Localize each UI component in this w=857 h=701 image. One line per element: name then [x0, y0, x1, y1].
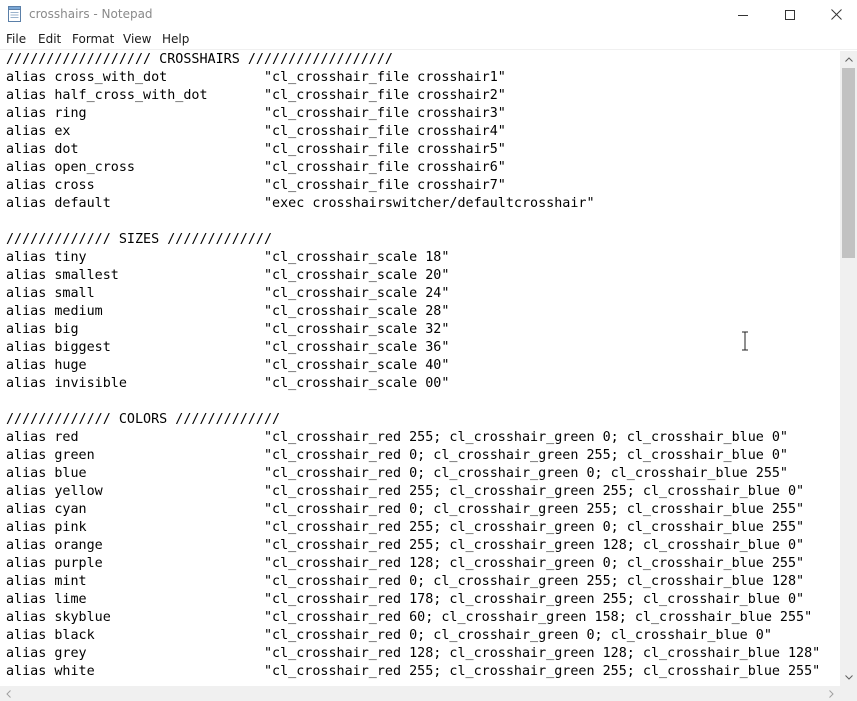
editor-line[interactable]: alias default "exec crosshairswitcher/de…	[6, 195, 840, 213]
editor-line[interactable]: alias lime "cl_crosshair_red 178; cl_cro…	[6, 591, 840, 609]
editor-line[interactable]: alias tiny "cl_crosshair_scale 18"	[6, 249, 840, 267]
scroll-up-button[interactable]	[840, 51, 857, 68]
scroll-left-button[interactable]	[0, 686, 17, 701]
chevron-right-icon	[829, 689, 834, 698]
editor-line[interactable]: alias skyblue "cl_crosshair_red 60; cl_c…	[6, 609, 840, 627]
menu-format[interactable]: Format	[72, 31, 114, 47]
menu-view[interactable]: View	[123, 31, 151, 47]
editor-line[interactable]: alias green "cl_crosshair_red 0; cl_cros…	[6, 447, 840, 465]
editor-line[interactable]: alias small "cl_crosshair_scale 24"	[6, 285, 840, 303]
editor-line[interactable]: alias open_cross "cl_crosshair_file cros…	[6, 159, 840, 177]
editor-line[interactable]: alias ring "cl_crosshair_file crosshair3…	[6, 105, 840, 123]
close-button[interactable]	[813, 0, 857, 29]
vertical-scroll-thumb[interactable]	[842, 68, 855, 258]
chevron-up-icon	[844, 57, 853, 62]
editor-line[interactable]: alias black "cl_crosshair_red 0; cl_cros…	[6, 627, 840, 645]
editor-line[interactable]: alias blue "cl_crosshair_red 0; cl_cross…	[6, 465, 840, 483]
editor-line[interactable]: alias white "cl_crosshair_red 255; cl_cr…	[6, 663, 840, 681]
editor-line[interactable]: ///////////// COLORS /////////////	[6, 411, 840, 429]
editor-line[interactable]: alias mint "cl_crosshair_red 0; cl_cross…	[6, 573, 840, 591]
minimize-icon	[738, 14, 748, 16]
editor-line[interactable]: alias invisible "cl_crosshair_scale 00"	[6, 375, 840, 393]
menu-divider	[0, 49, 857, 50]
editor-line[interactable]: alias big "cl_crosshair_scale 32"	[6, 321, 840, 339]
chevron-left-icon	[6, 689, 11, 698]
editor-line[interactable]: alias pink "cl_crosshair_red 255; cl_cro…	[6, 519, 840, 537]
menu-file[interactable]: File	[6, 31, 26, 47]
scroll-down-button[interactable]	[840, 669, 857, 686]
editor-line[interactable]: alias cyan "cl_crosshair_red 0; cl_cross…	[6, 501, 840, 519]
editor-line[interactable]: alias cross_with_dot "cl_crosshair_file …	[6, 69, 840, 87]
minimize-button[interactable]	[720, 0, 766, 29]
editor-line[interactable]: alias ex "cl_crosshair_file crosshair4"	[6, 123, 840, 141]
editor-line[interactable]: ////////////////// CROSSHAIRS //////////…	[6, 51, 840, 69]
text-editor[interactable]: ////////////////// CROSSHAIRS //////////…	[0, 51, 840, 686]
editor-line[interactable]: alias half_cross_with_dot "cl_crosshair_…	[6, 87, 840, 105]
maximize-icon	[785, 9, 795, 20]
maximize-button[interactable]	[767, 0, 813, 29]
editor-line[interactable]: alias huge "cl_crosshair_scale 40"	[6, 357, 840, 375]
close-icon	[830, 9, 842, 20]
menu-bar: File Edit Format View Help	[0, 29, 857, 49]
editor-line[interactable]	[6, 213, 840, 231]
editor-line[interactable]: alias yellow "cl_crosshair_red 255; cl_c…	[6, 483, 840, 501]
notepad-icon[interactable]	[8, 6, 21, 22]
menu-edit[interactable]: Edit	[38, 31, 61, 47]
editor-line[interactable]: alias biggest "cl_crosshair_scale 36"	[6, 339, 840, 357]
text-cursor-icon	[740, 331, 750, 351]
editor-line[interactable]: alias cross "cl_crosshair_file crosshair…	[6, 177, 840, 195]
editor-line[interactable]: alias orange "cl_crosshair_red 255; cl_c…	[6, 537, 840, 555]
horizontal-scrollbar[interactable]	[0, 686, 840, 701]
scroll-right-button[interactable]	[823, 686, 840, 701]
editor-line[interactable]: alias grey "cl_crosshair_red 128; cl_cro…	[6, 645, 840, 663]
chevron-down-icon	[844, 675, 853, 680]
editor-line[interactable]	[6, 393, 840, 411]
editor-line[interactable]: alias purple "cl_crosshair_red 128; cl_c…	[6, 555, 840, 573]
editor-line[interactable]: alias dot "cl_crosshair_file crosshair5"	[6, 141, 840, 159]
editor-line[interactable]: alias smallest "cl_crosshair_scale 20"	[6, 267, 840, 285]
editor-line[interactable]: ///////////// SIZES /////////////	[6, 231, 840, 249]
vertical-scrollbar[interactable]	[840, 51, 857, 686]
scrollbar-corner	[840, 686, 857, 701]
title-bar[interactable]: crosshairs - Notepad	[0, 0, 857, 29]
editor-content[interactable]: ////////////////// CROSSHAIRS //////////…	[0, 51, 840, 681]
editor-line[interactable]: alias red "cl_crosshair_red 255; cl_cros…	[6, 429, 840, 447]
window-title: crosshairs - Notepad	[29, 7, 153, 21]
menu-help[interactable]: Help	[162, 31, 189, 47]
notepad-window: crosshairs - Notepad File Edit Format Vi…	[0, 0, 857, 701]
editor-line[interactable]: alias medium "cl_crosshair_scale 28"	[6, 303, 840, 321]
